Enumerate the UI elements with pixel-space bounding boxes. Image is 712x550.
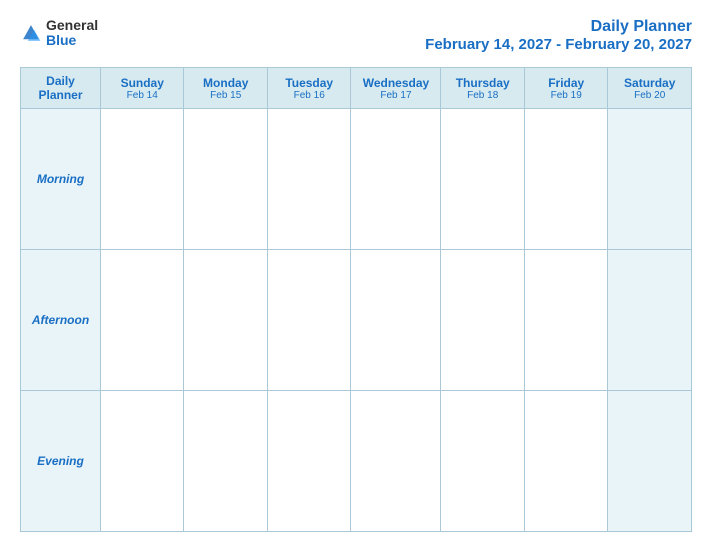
header-label-line1: Daily	[25, 74, 96, 88]
evening-thursday[interactable]	[441, 391, 524, 532]
col-tuesday-name: Tuesday	[272, 76, 346, 90]
planner-table: Daily Planner Sunday Feb 14 Monday Feb 1…	[20, 67, 692, 532]
row-evening: Evening	[21, 391, 692, 532]
col-saturday: Saturday Feb 20	[608, 68, 692, 109]
col-saturday-name: Saturday	[612, 76, 687, 90]
row-afternoon: Afternoon	[21, 250, 692, 391]
col-sunday-name: Sunday	[105, 76, 179, 90]
logo: General Blue	[20, 18, 98, 49]
evening-monday[interactable]	[184, 391, 267, 532]
morning-wednesday[interactable]	[351, 109, 441, 250]
header: General Blue Daily Planner February 14, …	[20, 18, 692, 53]
col-monday-name: Monday	[188, 76, 262, 90]
col-friday-date: Feb 19	[529, 90, 603, 101]
header-label-line2: Planner	[25, 88, 96, 102]
morning-saturday[interactable]	[608, 109, 692, 250]
morning-monday[interactable]	[184, 109, 267, 250]
afternoon-saturday[interactable]	[608, 250, 692, 391]
col-monday-date: Feb 15	[188, 90, 262, 101]
col-friday-name: Friday	[529, 76, 603, 90]
page: General Blue Daily Planner February 14, …	[0, 0, 712, 550]
col-saturday-date: Feb 20	[612, 90, 687, 101]
afternoon-wednesday[interactable]	[351, 250, 441, 391]
planner-date-range: February 14, 2027 - February 20, 2027	[425, 36, 692, 53]
col-wednesday: Wednesday Feb 17	[351, 68, 441, 109]
afternoon-thursday[interactable]	[441, 250, 524, 391]
afternoon-label: Afternoon	[21, 250, 101, 391]
col-monday: Monday Feb 15	[184, 68, 267, 109]
col-tuesday-date: Feb 16	[272, 90, 346, 101]
table-header-row: Daily Planner Sunday Feb 14 Monday Feb 1…	[21, 68, 692, 109]
evening-sunday[interactable]	[101, 391, 184, 532]
afternoon-sunday[interactable]	[101, 250, 184, 391]
logo-blue-text: Blue	[46, 33, 98, 48]
morning-sunday[interactable]	[101, 109, 184, 250]
col-thursday: Thursday Feb 18	[441, 68, 524, 109]
evening-label: Evening	[21, 391, 101, 532]
row-morning: Morning	[21, 109, 692, 250]
col-tuesday: Tuesday Feb 16	[267, 68, 350, 109]
col-friday: Friday Feb 19	[524, 68, 607, 109]
logo-icon	[20, 22, 42, 44]
evening-saturday[interactable]	[608, 391, 692, 532]
col-thursday-name: Thursday	[445, 76, 519, 90]
col-wednesday-date: Feb 17	[355, 90, 436, 101]
col-sunday: Sunday Feb 14	[101, 68, 184, 109]
col-wednesday-name: Wednesday	[355, 76, 436, 90]
morning-thursday[interactable]	[441, 109, 524, 250]
evening-tuesday[interactable]	[267, 391, 350, 532]
afternoon-friday[interactable]	[524, 250, 607, 391]
evening-wednesday[interactable]	[351, 391, 441, 532]
planner-title: Daily Planner	[425, 18, 692, 36]
morning-tuesday[interactable]	[267, 109, 350, 250]
afternoon-tuesday[interactable]	[267, 250, 350, 391]
logo-general-text: General	[46, 18, 98, 33]
header-daily-planner: Daily Planner	[21, 68, 101, 109]
morning-friday[interactable]	[524, 109, 607, 250]
col-thursday-date: Feb 18	[445, 90, 519, 101]
evening-friday[interactable]	[524, 391, 607, 532]
col-sunday-date: Feb 14	[105, 90, 179, 101]
logo-text: General Blue	[46, 18, 98, 49]
afternoon-monday[interactable]	[184, 250, 267, 391]
title-block: Daily Planner February 14, 2027 - Februa…	[425, 18, 692, 53]
morning-label: Morning	[21, 109, 101, 250]
